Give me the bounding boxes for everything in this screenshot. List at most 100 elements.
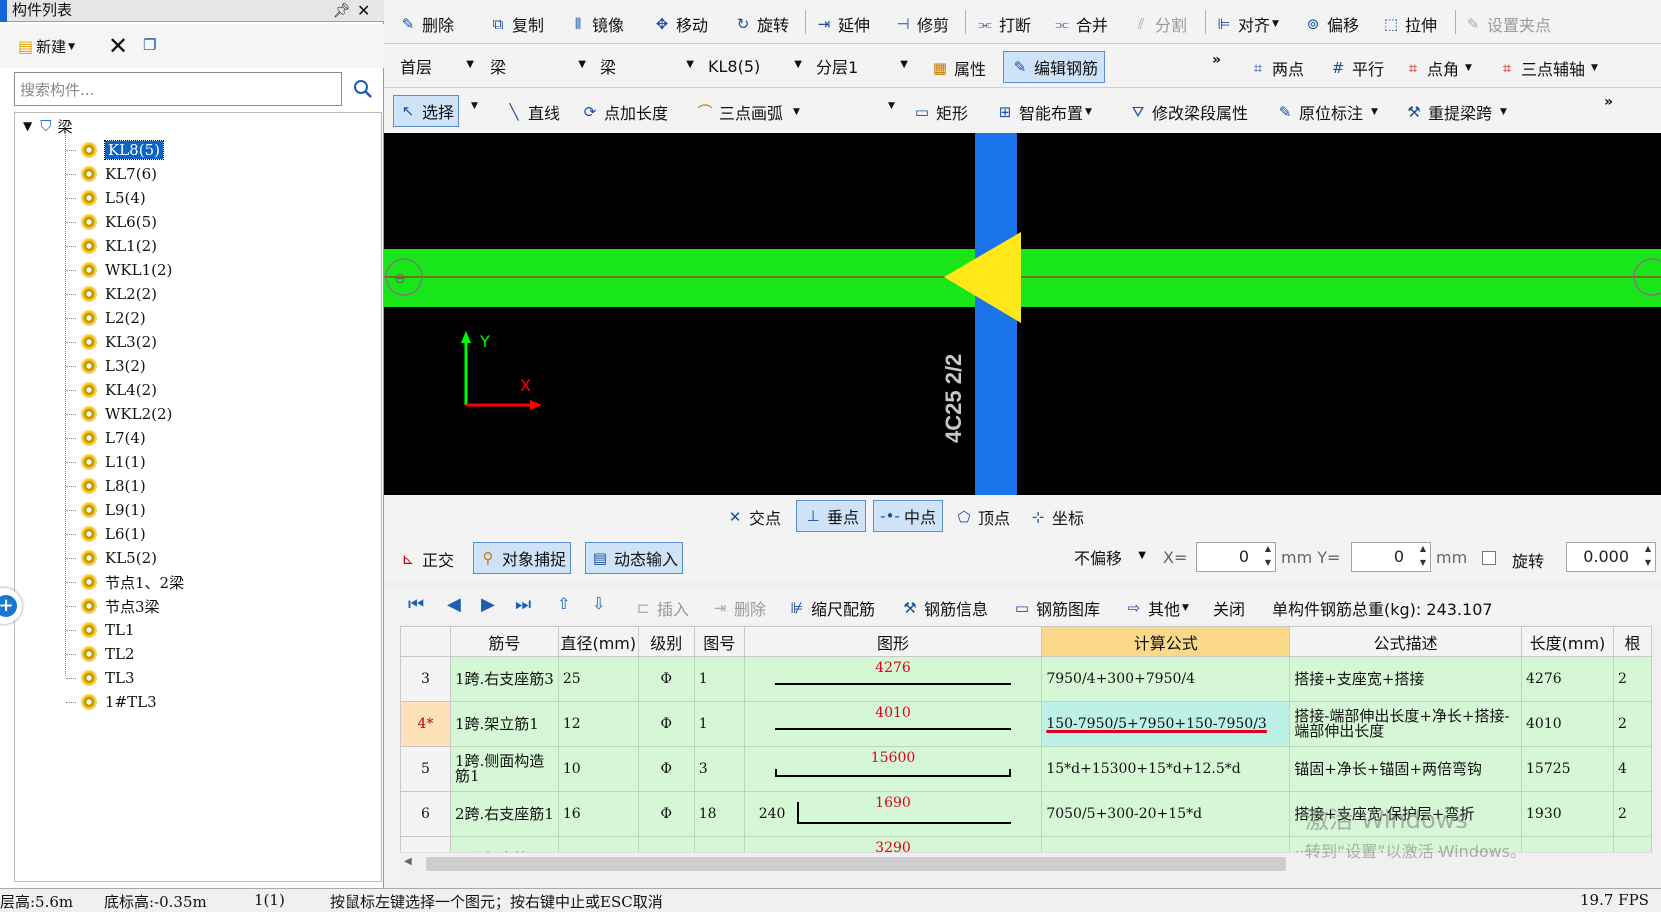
pin-icon[interactable]: 📌︎ (333, 1, 351, 22)
cell-description[interactable]: 锚固+净长+锚固+两倍弯钩 (1289, 746, 1523, 792)
delete-icon[interactable]: ✕ (108, 32, 128, 60)
cell-count[interactable]: 2 (1612, 701, 1652, 747)
col-header-description[interactable]: 公式描述 (1289, 626, 1523, 657)
draw-dropdown-icon[interactable]: ▼ (888, 101, 895, 111)
re-extract-span-button[interactable]: ⚒ 重提梁跨 ▼ (1404, 100, 1507, 124)
type-select[interactable]: 梁 ▼ (482, 51, 590, 81)
cell-shape[interactable]: 4010 (743, 701, 1043, 747)
tree-item[interactable]: 1#TL3 (81, 691, 157, 713)
col-header-diameter[interactable]: 直径(mm) (557, 626, 639, 657)
canvas-svg[interactable]: ⊖ 4C25 2/2 Y X (384, 133, 1661, 495)
table-row[interactable]: 4* 1跨.架立筋1 12 Φ 1 4010 150-7950/5+7950+150-795… (400, 701, 1652, 747)
collapse-icon[interactable]: ▼ (23, 119, 32, 133)
offset-button[interactable]: ⊚ 偏移 (1303, 12, 1359, 36)
cell-count[interactable]: 2 (1612, 656, 1652, 702)
snap-coordinate-button[interactable]: ⊹ 坐标 (1028, 505, 1084, 529)
cell-grade[interactable]: Φ (637, 791, 695, 837)
table-row[interactable]: 3 1跨.右支座筋3 25 Φ 1 4276 7950/4+300+7950/4 搭接+支座宽… (400, 656, 1652, 702)
cell-shape[interactable]: 15600 (743, 746, 1043, 792)
overflow-chevron-icon[interactable]: » (1212, 52, 1221, 68)
delete-button[interactable]: ✎ 删除 (398, 12, 454, 36)
overflow-chevron-icon[interactable]: » (1604, 94, 1613, 110)
rebar-info-button[interactable]: ⚒ 钢筋信息 (900, 596, 988, 620)
table-vertical-scrollbar[interactable] (1652, 626, 1661, 852)
search-icon[interactable] (346, 72, 380, 106)
col-header-name[interactable]: 筋号 (449, 626, 559, 657)
cell-description[interactable]: 搭接-端部伸出长度+净长+搭接-端部伸出长度 (1289, 701, 1523, 747)
select-dropdown-icon[interactable]: ▼ (471, 101, 478, 111)
point-angle-button[interactable]: ⌗ 点角 ▼ (1403, 56, 1472, 80)
component-select[interactable]: KL8(5) ▼ (700, 51, 806, 81)
cell-shape[interactable]: 4276 (743, 656, 1043, 702)
subtype-select[interactable]: 梁 ▼ (592, 51, 698, 81)
tree-item[interactable]: L7(4) (81, 427, 146, 449)
tree-item[interactable]: TL3 (81, 667, 135, 689)
cell-length[interactable]: 4276 (1521, 656, 1614, 702)
cell-figure[interactable]: 1 (693, 836, 745, 852)
select-button[interactable]: ↖ 选择 (393, 95, 460, 127)
row-number[interactable]: 4* (400, 701, 451, 747)
tree-item[interactable]: KL4(2) (81, 379, 157, 401)
tree-item[interactable]: KL2(2) (81, 283, 157, 305)
delete-row-button[interactable]: ⇥ 删除 (710, 596, 766, 620)
cell-formula[interactable]: 150-7950/5+7950+150-7950/3 (1041, 701, 1291, 747)
dynamic-input-button[interactable]: ▤ 动态输入 (585, 542, 684, 574)
tree-item[interactable]: KL8(5) (81, 139, 164, 161)
object-snap-button[interactable]: ⚲ 对象捕捉 (473, 542, 572, 574)
cell-figure[interactable]: 1 (693, 656, 745, 702)
prev-record-icon[interactable]: ◀ (447, 594, 461, 615)
cell-formula[interactable]: 7950/4+300+7950/4 (1041, 656, 1291, 702)
tree-item[interactable]: TL1 (81, 619, 135, 641)
two-point-axis-button[interactable]: ⌗ 两点 (1248, 56, 1304, 80)
table-row[interactable]: 72跨.架立筋112Φ1 3290 150-7050/3+7050+150-7050… (400, 836, 1652, 852)
tree-root-beam[interactable]: ▼ ⛉ 梁 (23, 115, 73, 137)
modify-span-button[interactable]: ⛛ 修改梁段属性 (1128, 100, 1248, 124)
tree-item[interactable]: 节点1、2梁 (81, 571, 184, 593)
first-record-icon[interactable]: ⏮ (408, 594, 424, 615)
cell-name[interactable]: 2跨.架立筋1 (449, 836, 559, 852)
cell-figure[interactable]: 18 (693, 791, 745, 837)
col-header-grade[interactable]: 级别 (637, 626, 695, 657)
close-rebar-button[interactable]: 关闭 (1213, 596, 1245, 620)
beam-body[interactable] (384, 249, 1661, 307)
tree-item[interactable]: L2(2) (81, 307, 146, 329)
table-row[interactable]: 6 2跨.右支座筋1 16 Φ 18 1690 240 7050/5+300-20+15*d 搭… (400, 791, 1652, 837)
move-up-icon[interactable]: ⇧ (557, 594, 570, 613)
cell-name[interactable]: 2跨.右支座筋1 (449, 791, 559, 837)
tree-item[interactable]: KL1(2) (81, 235, 157, 257)
cell-diameter[interactable]: 12 (557, 701, 639, 747)
copy-button[interactable]: ⧉ 复制 (488, 12, 544, 36)
cell-formula[interactable]: 150-7050/3+7050+150-7050/5 (1041, 836, 1291, 852)
floor-select[interactable]: 首层 ▼ (392, 51, 478, 81)
tree-item[interactable]: L8(1) (81, 475, 146, 497)
snap-vertex-button[interactable]: ⬠ 顶点 (954, 505, 1010, 529)
cell-grade[interactable]: Φ (637, 836, 695, 852)
move-down-icon[interactable]: ⇩ (592, 594, 605, 613)
tree-item[interactable]: KL3(2) (81, 331, 157, 353)
cell-count[interactable]: 4 (1612, 746, 1652, 792)
cell-description[interactable]: 搭接+支座宽+搭接 (1289, 656, 1523, 702)
row-number[interactable]: 5 (400, 746, 451, 792)
scale-rebar-button[interactable]: ⊯ 缩尺配筋 (787, 596, 875, 620)
snap-midpoint-button[interactable]: -•- 中点 (873, 500, 944, 532)
last-record-icon[interactable]: ⏭ (515, 594, 531, 615)
mirror-button[interactable]: ⫴ 镜像 (568, 12, 624, 36)
extend-button[interactable]: ⇥ 延伸 (814, 12, 870, 36)
tree-item[interactable]: L3(2) (81, 355, 146, 377)
close-icon[interactable]: ✕ (357, 0, 370, 21)
cell-shape[interactable]: 3290 (743, 836, 1043, 852)
cell-diameter[interactable]: 12 (557, 836, 639, 852)
cell-shape[interactable]: 1690 240 (743, 791, 1043, 837)
ortho-button[interactable]: ⊾ 正交 (398, 547, 454, 571)
smart-layout-button[interactable]: ⊞ 智能布置 ▼ (995, 100, 1092, 124)
edit-rebar-button[interactable]: ✎ 编辑钢筋 (1003, 51, 1106, 83)
split-button[interactable]: ⫽ 分割 (1131, 12, 1187, 36)
rotate-button[interactable]: ↻ 旋转 (733, 12, 789, 36)
cell-formula[interactable]: 7050/5+300-20+15*d (1041, 791, 1291, 837)
col-header-formula[interactable]: 计算公式 (1041, 626, 1291, 657)
cell-diameter[interactable]: 25 (557, 656, 639, 702)
table-row[interactable]: 5 1跨.侧面构造筋1 10 Φ 3 15600 15*d+15300+15*d+12.5*… (400, 746, 1652, 792)
rotate-spinner[interactable]: ▲ ▼ (1640, 542, 1656, 572)
offset-mode-select[interactable]: 不偏移 ▼ (1066, 542, 1150, 572)
scrollbar-thumb[interactable] (426, 857, 1286, 871)
